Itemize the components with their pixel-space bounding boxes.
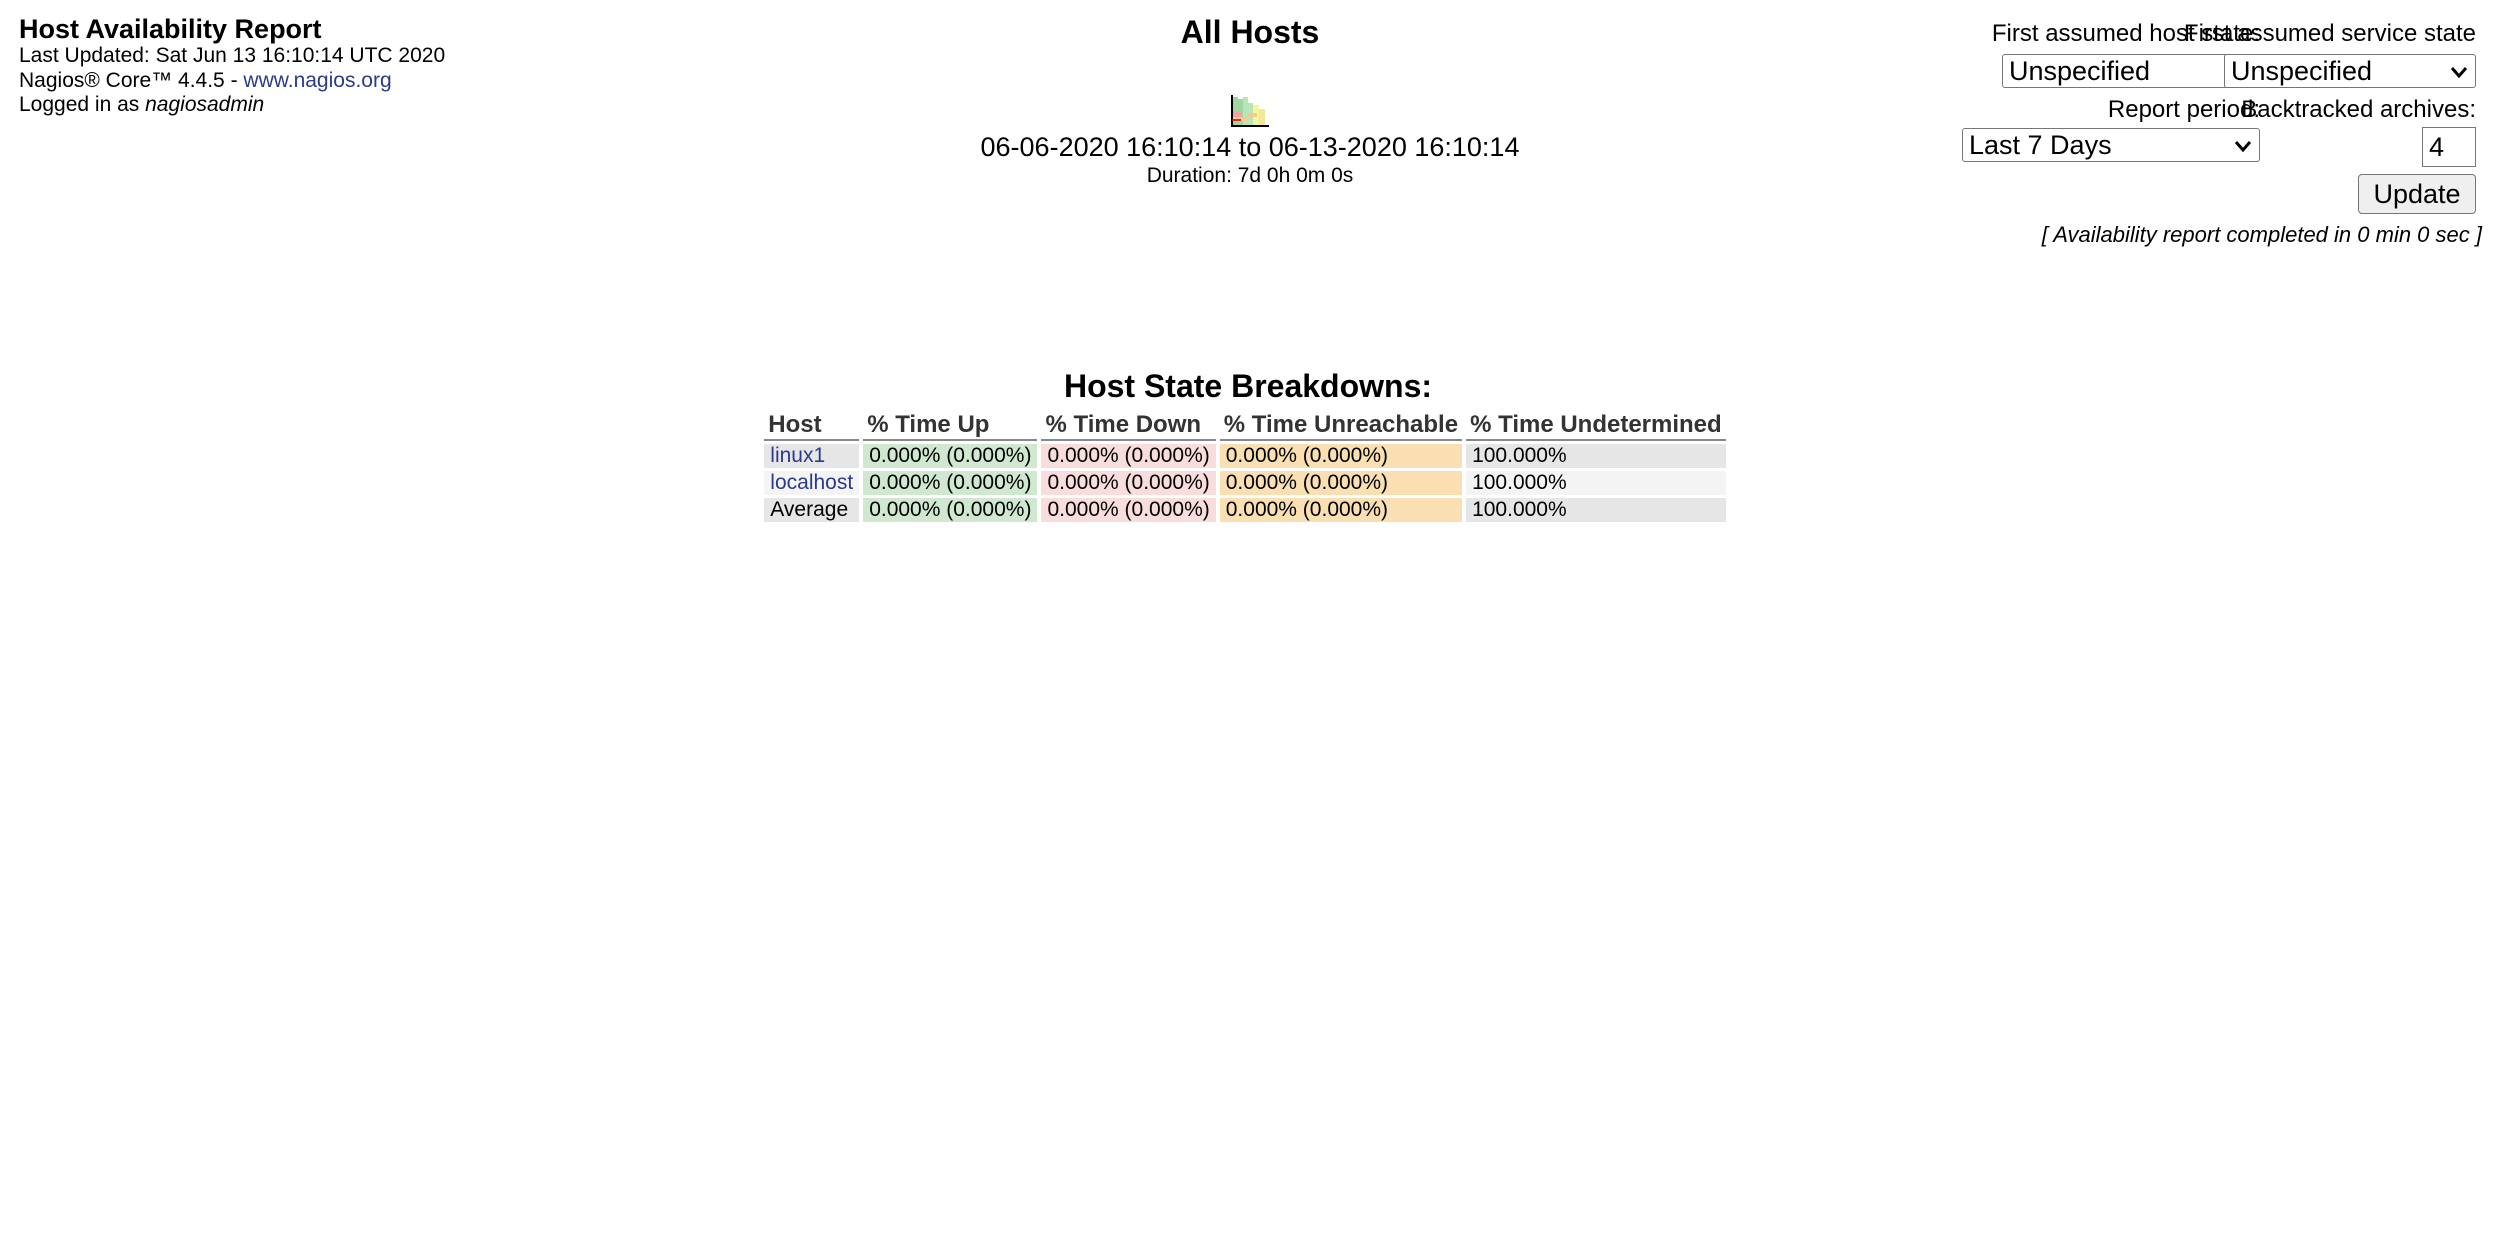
service-state-select[interactable]: Unspecified — [2224, 54, 2476, 88]
time-up-cell: 0.000% (0.000%) — [863, 498, 1038, 522]
chevron-down-icon — [2234, 141, 2252, 153]
time-undetermined-cell: 100.000% — [1466, 444, 1726, 468]
report-period-label: Report period: — [2107, 96, 2260, 123]
service-state-label: First assumed service state — [2183, 20, 2476, 47]
availability-table: Host % Time Up % Time Down % Time Unreac… — [760, 408, 1729, 525]
table-row: localhost 0.000% (0.000%) 0.000% (0.000%… — [764, 471, 1726, 495]
column-header-time-undetermined: % Time Undetermined — [1466, 411, 1726, 441]
time-down-cell: 0.000% (0.000%) — [1041, 471, 1216, 495]
host-state-breakdowns: Host State Breakdowns: Host % Time Up % … — [0, 368, 2496, 525]
column-header-time-unreachable: % Time Unreachable — [1219, 411, 1463, 441]
report-title: Host Availability Report — [19, 14, 322, 44]
page-title: All Hosts — [1180, 14, 1320, 50]
host-cell: localhost — [764, 471, 860, 495]
page: Host Availability Report Last Updated: S… — [0, 0, 2496, 1242]
report-options-form: First assumed host state: First assumed … — [1696, 20, 2496, 260]
time-down-cell: 0.000% (0.000%) — [1041, 444, 1216, 468]
service-state-value: Unspecified — [2231, 56, 2373, 86]
host-link-linux1[interactable]: linux1 — [770, 444, 825, 467]
trends-link[interactable] — [1229, 95, 1271, 129]
time-up-cell: 0.000% (0.000%) — [863, 444, 1038, 468]
logged-in-label: Logged in as — [19, 93, 146, 116]
version-text: Nagios® Core™ 4.4.5 - — [19, 68, 244, 92]
report-period-select[interactable]: Last 7 Days — [1962, 128, 2260, 162]
time-undetermined-cell: 100.000% — [1466, 498, 1726, 522]
update-button[interactable]: Update — [2358, 174, 2476, 214]
backtracked-label: Backtracked archives: — [2241, 96, 2476, 123]
last-updated: Last Updated: Sat Jun 13 16:10:14 UTC 20… — [19, 44, 446, 67]
column-header-time-up: % Time Up — [863, 411, 1038, 441]
date-range: 06-06-2020 16:10:14 to 06-13-2020 16:10:… — [980, 132, 1520, 162]
chevron-down-icon — [2450, 67, 2468, 79]
breakdown-title: Host State Breakdowns: — [1063, 368, 1433, 404]
nagios-website-link[interactable]: www.nagios.org — [243, 69, 391, 92]
trends-icon — [1231, 95, 1269, 127]
completion-note: [ Availability report completed in 0 min… — [2041, 222, 2482, 247]
duration: Duration: 7d 0h 0m 0s — [1146, 164, 1354, 187]
time-unreachable-cell: 0.000% (0.000%) — [1219, 498, 1463, 522]
host-state-select[interactable]: Unspecified — [2002, 54, 2260, 88]
column-header-host: Host — [764, 411, 860, 441]
backtracked-archives-input[interactable]: 4 — [2422, 127, 2476, 167]
host-link-localhost[interactable]: localhost — [770, 471, 853, 494]
report-header: All Hosts 06-06-2020 16:10:14 to 06-13-2… — [900, 12, 1600, 189]
time-unreachable-cell: 0.000% (0.000%) — [1219, 444, 1463, 468]
host-cell: linux1 — [764, 444, 860, 468]
version-line: Nagios® Core™ 4.4.5 - www.nagios.org — [19, 69, 719, 94]
report-period-value: Last 7 Days — [1969, 130, 2112, 160]
column-header-time-down: % Time Down — [1041, 411, 1216, 441]
host-state-value: Unspecified — [2009, 56, 2151, 86]
table-header-row: Host % Time Up % Time Down % Time Unreac… — [764, 411, 1726, 441]
time-unreachable-cell: 0.000% (0.000%) — [1219, 471, 1463, 495]
average-label: Average — [764, 498, 860, 522]
username: nagiosadmin — [145, 93, 265, 116]
time-undetermined-cell: 100.000% — [1466, 471, 1726, 495]
table-row: linux1 0.000% (0.000%) 0.000% (0.000%) 0… — [764, 444, 1726, 468]
logged-in-line: Logged in as nagiosadmin — [19, 93, 719, 118]
info-box: Host Availability Report Last Updated: S… — [19, 14, 719, 118]
time-down-cell: 0.000% (0.000%) — [1041, 498, 1216, 522]
time-up-cell: 0.000% (0.000%) — [863, 471, 1038, 495]
table-row-average: Average 0.000% (0.000%) 0.000% (0.000%) … — [764, 498, 1726, 522]
